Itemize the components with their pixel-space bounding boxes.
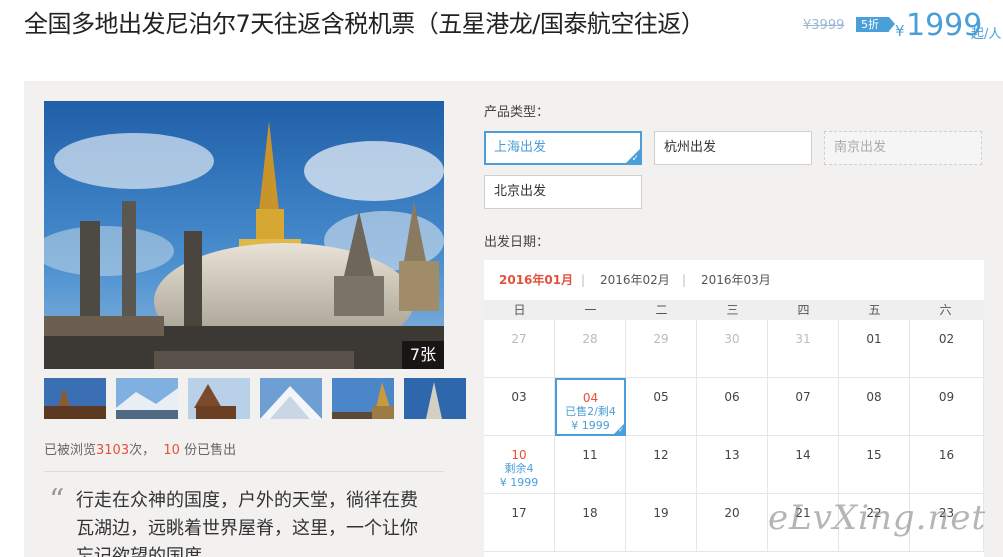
option-label: 北京出发 xyxy=(494,184,547,199)
option-nanjing: 南京出发 xyxy=(824,131,982,165)
calendar-day: 31 xyxy=(768,320,839,378)
thumbnail[interactable] xyxy=(116,378,178,419)
price-box: ¥3999 5折 ¥ 1999 起/人 xyxy=(800,8,1003,48)
thumbnail-strip xyxy=(44,378,466,419)
price-unit: 起/人 xyxy=(971,27,1002,42)
calendar-day: 19 xyxy=(626,494,697,552)
calendar-day: 11 xyxy=(555,436,626,494)
option-beijing[interactable]: 北京出发 xyxy=(484,175,642,209)
viewed-count: 3103 xyxy=(96,443,130,458)
option-shanghai[interactable]: 上海出发 ✓ xyxy=(484,131,642,165)
sold-suffix: 份已售出 xyxy=(184,443,237,458)
departure-date-label: 出发日期： xyxy=(484,235,550,250)
calendar-day: 16 xyxy=(910,436,984,494)
discount-badge: 5折 xyxy=(856,17,895,32)
calendar-day: 07 xyxy=(768,378,839,436)
calendar-day: 27 xyxy=(484,320,555,378)
calendar-day: 06 xyxy=(697,378,768,436)
main-photo[interactable]: 7张 xyxy=(44,101,444,369)
month-separator: | xyxy=(682,273,687,287)
option-label: 杭州出发 xyxy=(664,140,717,155)
calendar-day: 28 xyxy=(555,320,626,378)
calendar-day: 02 xyxy=(910,320,984,378)
calendar-day: 18 xyxy=(555,494,626,552)
option-label: 上海出发 xyxy=(494,140,547,155)
calendar-day: 17 xyxy=(484,494,555,552)
check-icon: ✓ xyxy=(618,426,624,434)
divider xyxy=(44,471,444,472)
calendar-day-available[interactable]: 10 剩余4 ¥ 1999 xyxy=(484,436,555,494)
weekday-label: 六 xyxy=(939,303,952,317)
weekday-label: 日 xyxy=(513,303,526,317)
calendar-day: 12 xyxy=(626,436,697,494)
option-label: 南京出发 xyxy=(834,140,887,155)
calendar-day: 01 xyxy=(839,320,910,378)
thumbnail[interactable] xyxy=(332,378,394,419)
thumbnail[interactable] xyxy=(44,378,106,419)
weekday-label: 二 xyxy=(655,303,668,317)
calendar-day: 13 xyxy=(697,436,768,494)
day-availability: 剩余4 xyxy=(504,462,534,475)
calendar-day: 14 xyxy=(768,436,839,494)
viewed-prefix: 已被浏览 xyxy=(44,443,97,458)
month-tabs: 2016年01月 | 2016年02月 | 2016年03月 xyxy=(484,260,984,300)
calendar-day: 09 xyxy=(910,378,984,436)
currency-symbol: ¥ xyxy=(895,22,905,40)
weekday-label: 三 xyxy=(726,303,739,317)
day-availability: 已售2/剩4 xyxy=(565,405,616,418)
site-watermark: eLvXing.net xyxy=(768,498,987,538)
stupa-photo-image xyxy=(44,101,444,369)
calendar-day-selected[interactable]: 04 已售2/剩4 ¥ 1999 ✓ xyxy=(555,378,626,436)
tab-month-mar[interactable]: 2016年03月 xyxy=(701,260,771,300)
original-price: ¥3999 xyxy=(803,18,845,33)
thumbnail[interactable] xyxy=(404,378,466,419)
weekday-label: 五 xyxy=(868,303,881,317)
weekday-label: 一 xyxy=(584,303,597,317)
calendar-day: 03 xyxy=(484,378,555,436)
calendar-day: 15 xyxy=(839,436,910,494)
sold-count: 10 xyxy=(163,443,180,458)
weekday-header: 日 一 二 三 四 五 六 xyxy=(484,300,984,320)
day-price: ¥ 1999 xyxy=(499,476,539,489)
viewed-suffix: 次， xyxy=(129,443,156,458)
view-sale-stats: 已被浏览3103次， 10 份已售出 xyxy=(44,439,236,458)
calendar-day: 30 xyxy=(697,320,768,378)
calendar-day: 08 xyxy=(839,378,910,436)
thumbnail[interactable] xyxy=(260,378,322,419)
month-separator: | xyxy=(581,273,586,287)
tab-month-jan[interactable]: 2016年01月 xyxy=(499,260,573,300)
thumbnail[interactable] xyxy=(188,378,250,419)
check-icon: ✓ xyxy=(631,154,639,164)
calendar-day: 05 xyxy=(626,378,697,436)
calendar-day: 29 xyxy=(626,320,697,378)
option-hangzhou[interactable]: 杭州出发 xyxy=(654,131,812,165)
calendar-day: 20 xyxy=(697,494,768,552)
tab-month-feb[interactable]: 2016年02月 xyxy=(600,260,670,300)
product-type-label: 产品类型： xyxy=(484,105,550,120)
quote-icon: “ xyxy=(49,483,65,518)
day-number: 10 xyxy=(511,448,527,462)
day-number: 04 xyxy=(582,391,599,405)
photo-count-badge: 7张 xyxy=(402,341,444,369)
product-description: 行走在众神的国度，户外的天堂，徜徉在费瓦湖边，远眺着世界屋脊，这里，一个让你忘记… xyxy=(76,490,418,557)
weekday-label: 四 xyxy=(797,303,810,317)
page-title: 全国多地出发尼泊尔7天往返含税机票（五星港龙/国泰航空往返） xyxy=(24,10,705,38)
